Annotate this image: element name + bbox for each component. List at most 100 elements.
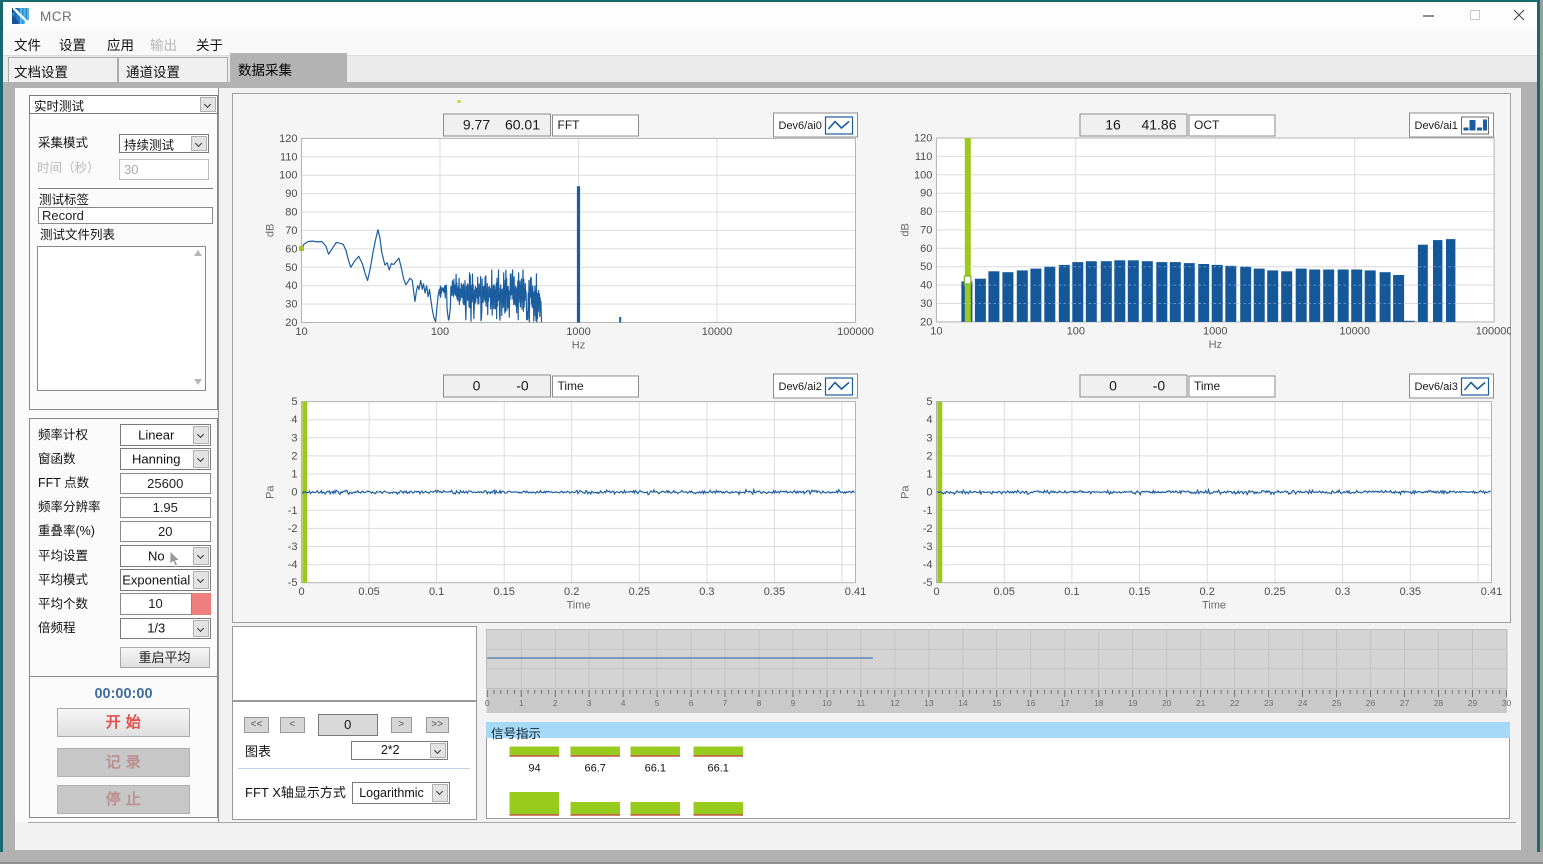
svg-text:90: 90: [285, 188, 297, 200]
svg-text:0.41: 0.41: [844, 586, 865, 598]
svg-text:2: 2: [553, 698, 558, 708]
svg-text:0.15: 0.15: [1128, 586, 1149, 598]
svg-text:Dev6/ai2: Dev6/ai2: [778, 381, 821, 393]
svg-text:10: 10: [930, 325, 942, 337]
svg-text:10: 10: [822, 698, 832, 708]
svg-text:50: 50: [920, 261, 932, 273]
svg-text:80: 80: [285, 207, 297, 219]
svg-text:11: 11: [856, 698, 865, 708]
svg-text:40: 40: [285, 280, 297, 292]
svg-text:29: 29: [1468, 698, 1478, 708]
svg-text:4: 4: [926, 414, 932, 426]
svg-text:13: 13: [924, 698, 934, 708]
svg-text:66.1: 66.1: [707, 763, 728, 775]
svg-text:3: 3: [587, 698, 592, 708]
svg-text:100: 100: [1066, 325, 1084, 337]
svg-text:21: 21: [1196, 698, 1206, 708]
svg-text:2: 2: [926, 450, 932, 462]
svg-text:Time: Time: [1201, 600, 1225, 612]
svg-text:50: 50: [285, 262, 297, 274]
svg-text:110: 110: [279, 151, 297, 163]
svg-text:0.2: 0.2: [564, 586, 579, 598]
svg-text:19: 19: [1128, 698, 1138, 708]
svg-text:dB: dB: [899, 223, 911, 236]
svg-text:14: 14: [958, 698, 968, 708]
svg-text:10000: 10000: [1339, 325, 1370, 337]
svg-text:4: 4: [621, 698, 626, 708]
svg-text:0.1: 0.1: [428, 586, 443, 598]
svg-text:66.1: 66.1: [645, 763, 666, 775]
svg-text:1000: 1000: [566, 326, 590, 338]
svg-text:1: 1: [926, 469, 932, 481]
svg-text:100: 100: [430, 326, 448, 338]
svg-text:0.05: 0.05: [993, 586, 1014, 598]
svg-text:3: 3: [291, 432, 297, 444]
svg-text:28: 28: [1434, 698, 1444, 708]
svg-text:0.35: 0.35: [763, 586, 784, 598]
svg-text:-5: -5: [922, 577, 932, 589]
svg-text:Dev6/ai3: Dev6/ai3: [1414, 381, 1457, 393]
svg-text:40: 40: [920, 280, 932, 292]
svg-text:0.1: 0.1: [1064, 586, 1079, 598]
svg-text:1000: 1000: [1203, 325, 1227, 337]
svg-text:0.25: 0.25: [1264, 586, 1285, 598]
svg-text:dB: dB: [264, 224, 276, 237]
svg-text:9.77: 9.77: [462, 117, 489, 133]
svg-text:-3: -3: [922, 541, 932, 553]
svg-text:0: 0: [298, 586, 304, 598]
svg-text:100000: 100000: [837, 326, 874, 338]
svg-text:-0: -0: [1152, 378, 1165, 394]
svg-text:0: 0: [933, 586, 939, 598]
svg-text:Dev6/ai0: Dev6/ai0: [778, 120, 821, 132]
svg-text:-1: -1: [922, 505, 932, 517]
svg-text:-4: -4: [922, 559, 932, 571]
svg-text:1: 1: [519, 698, 524, 708]
svg-text:41.86: 41.86: [1141, 117, 1176, 133]
svg-text:-5: -5: [287, 577, 297, 589]
svg-text:5: 5: [291, 396, 297, 408]
svg-text:15: 15: [992, 698, 1002, 708]
svg-text:94: 94: [528, 763, 540, 775]
svg-text:8: 8: [757, 698, 762, 708]
svg-text:7: 7: [723, 698, 728, 708]
svg-text:0: 0: [1109, 378, 1117, 394]
svg-text:Time: Time: [557, 379, 584, 393]
svg-text:70: 70: [920, 224, 932, 236]
svg-text:-2: -2: [287, 523, 297, 535]
svg-text:17: 17: [1060, 698, 1070, 708]
svg-text:0.35: 0.35: [1399, 586, 1420, 598]
svg-text:66.7: 66.7: [584, 763, 605, 775]
svg-text:6: 6: [689, 698, 694, 708]
svg-text:110: 110: [914, 151, 932, 163]
svg-text:-3: -3: [287, 541, 297, 553]
svg-text:0.3: 0.3: [1334, 586, 1349, 598]
svg-text:30: 30: [285, 299, 297, 311]
svg-text:9: 9: [791, 698, 796, 708]
svg-text:4: 4: [291, 414, 297, 426]
svg-text:30: 30: [1502, 698, 1512, 708]
svg-text:10000: 10000: [701, 326, 732, 338]
svg-text:100000: 100000: [1475, 325, 1510, 337]
svg-text:18: 18: [1094, 698, 1104, 708]
svg-text:16: 16: [1105, 117, 1121, 133]
svg-text:22: 22: [1230, 698, 1240, 708]
svg-text:0.05: 0.05: [358, 586, 379, 598]
svg-text:0: 0: [926, 487, 932, 499]
svg-text:Dev6/ai1: Dev6/ai1: [1414, 120, 1457, 132]
svg-text:80: 80: [920, 206, 932, 218]
svg-text:26: 26: [1366, 698, 1376, 708]
svg-text:20: 20: [1162, 698, 1172, 708]
svg-text:2: 2: [291, 450, 297, 462]
svg-text:1: 1: [291, 469, 297, 481]
svg-text:0.3: 0.3: [699, 586, 714, 598]
svg-text:27: 27: [1400, 698, 1410, 708]
svg-text:25: 25: [1332, 698, 1342, 708]
svg-text:Time: Time: [566, 600, 590, 612]
svg-text:OCT: OCT: [1194, 118, 1220, 132]
svg-text:70: 70: [285, 225, 297, 237]
svg-text:0: 0: [472, 378, 480, 394]
svg-text:100: 100: [279, 170, 297, 182]
svg-text:24: 24: [1298, 698, 1308, 708]
svg-text:60: 60: [920, 243, 932, 255]
svg-text:0: 0: [485, 698, 490, 708]
